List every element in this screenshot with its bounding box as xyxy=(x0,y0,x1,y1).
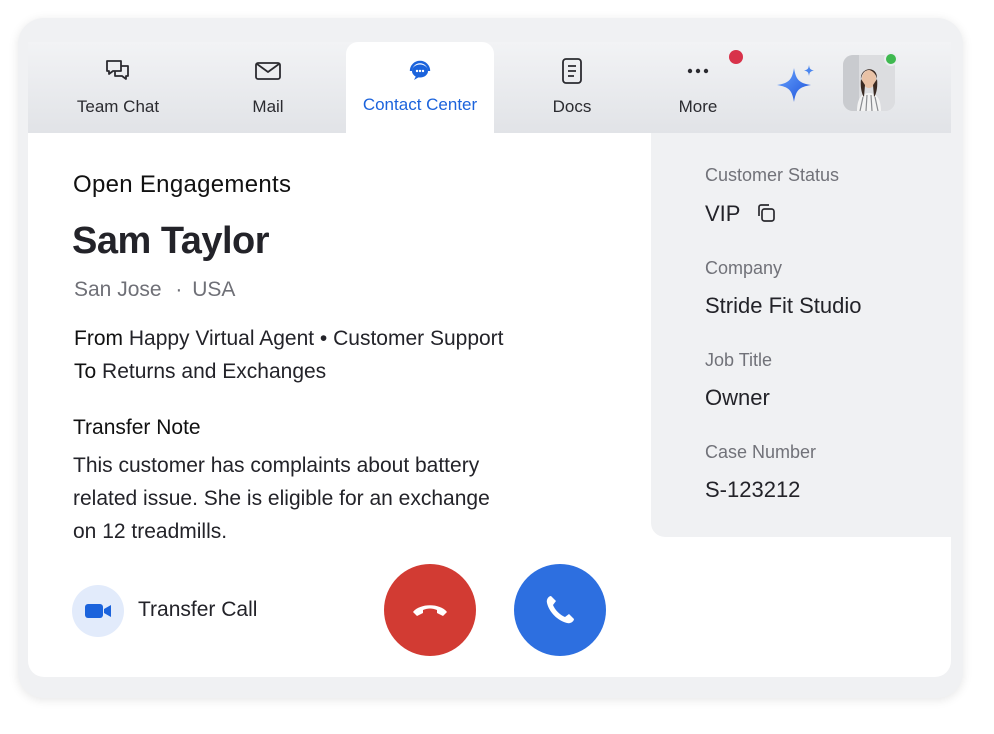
more-dots-icon xyxy=(683,56,713,86)
case-number-label: Case Number xyxy=(705,442,817,462)
chat-bubbles-icon xyxy=(103,56,133,86)
customer-status-label: Customer Status xyxy=(705,165,840,185)
hang-up-icon xyxy=(410,600,450,620)
engagement-panel: Open Engagements Sam Taylor San Jose · U… xyxy=(28,133,651,677)
app-window: Team Chat Mail Contact Center Docs More … xyxy=(28,42,951,677)
case-number-value: S-123212 xyxy=(705,477,801,502)
from-value: Happy Virtual Agent • Customer Support xyxy=(128,327,504,350)
section-heading: Open Engagements xyxy=(73,171,292,198)
customer-status-value: VIP xyxy=(705,201,776,229)
tab-contact-center[interactable]: Contact Center xyxy=(346,42,494,133)
to-value: Returns and Exchanges xyxy=(102,360,327,383)
tab-label: More xyxy=(678,97,718,116)
document-icon xyxy=(557,56,587,86)
video-camera-icon xyxy=(84,601,112,621)
from-label: From xyxy=(74,327,123,350)
tab-mail[interactable]: Mail xyxy=(208,42,328,133)
tab-docs[interactable]: Docs xyxy=(512,42,632,133)
company-label: Company xyxy=(705,258,783,278)
tab-label: Mail xyxy=(252,97,284,116)
job-title-value: Owner xyxy=(705,385,770,410)
tab-label: Docs xyxy=(552,97,592,116)
location-country: USA xyxy=(192,278,236,301)
transfer-note-body: This customer has complaints about batte… xyxy=(73,454,490,543)
transfer-call-button[interactable] xyxy=(72,585,124,637)
transfer-note-title: Transfer Note xyxy=(73,416,201,439)
decline-call-button[interactable] xyxy=(384,564,476,656)
tab-label: Contact Center xyxy=(362,95,478,114)
copy-icon[interactable] xyxy=(756,203,776,229)
envelope-icon xyxy=(253,56,283,86)
customer-info-panel: Customer Status VIP Company Stride Fit S… xyxy=(651,133,951,537)
tab-team-chat[interactable]: Team Chat xyxy=(58,42,178,133)
customer-name: Sam Taylor xyxy=(72,220,270,262)
job-title-label: Job Title xyxy=(705,350,773,370)
notification-dot xyxy=(729,50,743,64)
to-line: To Returns and Exchanges xyxy=(74,360,326,384)
company-value: Stride Fit Studio xyxy=(705,293,862,318)
transfer-call-label[interactable]: Transfer Call xyxy=(138,598,257,622)
customer-location: San Jose · USA xyxy=(74,278,236,301)
status-text: VIP xyxy=(705,201,741,226)
ai-sparkle-icon[interactable] xyxy=(773,62,819,108)
presence-indicator xyxy=(884,52,898,66)
to-label: To xyxy=(74,360,97,383)
tab-label: Team Chat xyxy=(76,97,160,116)
top-nav-bar: Team Chat Mail Contact Center Docs More xyxy=(28,42,951,133)
location-city: San Jose xyxy=(74,278,162,301)
accept-call-button[interactable] xyxy=(514,564,606,656)
headset-chat-icon xyxy=(405,56,435,86)
from-line: From Happy Virtual Agent • Customer Supp… xyxy=(74,327,504,351)
phone-icon xyxy=(542,592,578,628)
